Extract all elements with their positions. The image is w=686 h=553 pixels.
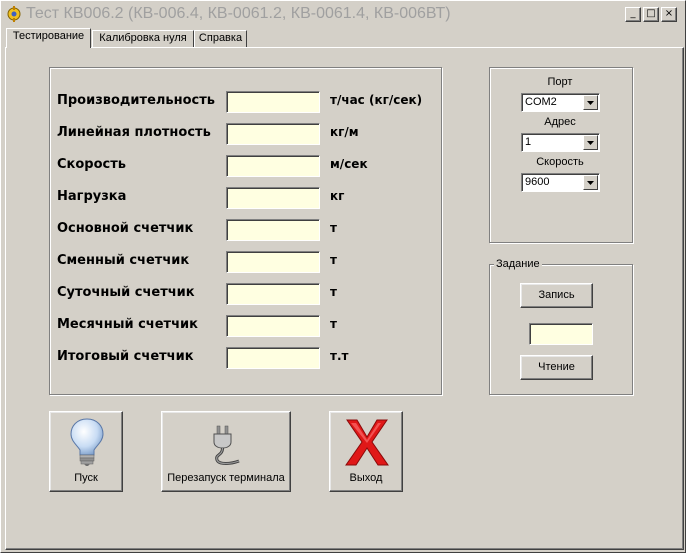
read-button[interactable]: Чтение [520,355,593,380]
monthly-counter-field[interactable] [226,315,320,337]
linear-density-field[interactable] [226,123,320,145]
plug-icon [213,425,240,465]
restart-terminal-label: Перезапуск терминала [167,472,285,484]
port-dropdown-button[interactable] [583,95,598,110]
chevron-down-icon [587,141,594,145]
app-icon [7,6,21,22]
red-x-icon [345,419,389,466]
reading-label: Сменный счетчик [57,253,190,268]
tab-help[interactable]: Справка [194,30,247,47]
speed-value: 9600 [525,176,550,188]
address-label: Адрес [544,116,576,128]
speed-field[interactable] [226,155,320,177]
exit-button[interactable]: Выход [329,411,403,492]
app-window: Тест КВ006.2 (КВ-006.4, КВ-0061.2, КВ-00… [0,0,686,553]
reading-unit: т [330,221,337,235]
maximize-button[interactable]: □ [643,7,659,22]
reading-label: Нагрузка [57,189,127,204]
load-field[interactable] [226,187,320,209]
reading-unit: т [330,253,337,267]
speed-label: Скорость [536,156,584,168]
port-label: Порт [547,76,573,88]
tab-panel: Производительность т/час (кг/сек) Линейн… [5,47,684,550]
tab-zero-calibration[interactable]: Калибровка нуля [92,30,194,47]
task-legend: Задание [494,258,542,270]
reading-unit: т [330,285,337,299]
title-bar: Тест КВ006.2 (КВ-006.4, КВ-0061.2, КВ-00… [3,3,683,25]
lightbulb-icon [70,418,104,466]
speed-dropdown-button[interactable] [583,175,598,190]
reading-unit: т/час (кг/сек) [330,93,423,107]
reading-unit: т.т [330,349,349,363]
connection-group: Порт COM2 Адрес 1 Скорость 9600 [489,67,633,243]
restart-terminal-button[interactable]: Перезапуск терминала [161,411,291,492]
productivity-field[interactable] [226,91,320,113]
total-counter-field[interactable] [226,347,320,369]
tab-testing[interactable]: Тестирование [6,28,91,48]
reading-unit: кг [330,189,345,203]
shift-counter-field[interactable] [226,251,320,273]
reading-label: Суточный счетчик [57,285,195,300]
readings-group: Производительность т/час (кг/сек) Линейн… [49,67,442,395]
reading-label: Основной счетчик [57,221,194,236]
reading-unit: м/сек [330,157,368,171]
address-dropdown-button[interactable] [583,135,598,150]
close-button[interactable]: × [661,7,677,22]
address-value: 1 [525,136,532,148]
daily-counter-field[interactable] [226,283,320,305]
reading-label: Скорость [57,157,126,172]
window-title: Тест КВ006.2 (КВ-006.4, КВ-0061.2, КВ-00… [26,5,451,22]
minimize-button[interactable]: _ [625,7,641,22]
start-button[interactable]: Пуск [49,411,123,492]
reading-unit: кг/м [330,125,359,139]
start-button-label: Пуск [74,472,98,484]
reading-unit: т [330,317,337,331]
port-select[interactable]: COM2 [521,93,600,112]
chevron-down-icon [587,181,594,185]
address-select[interactable]: 1 [521,133,600,152]
exit-button-label: Выход [349,472,383,484]
write-button[interactable]: Запись [520,283,593,308]
chevron-down-icon [587,101,594,105]
speed-select[interactable]: 9600 [521,173,600,192]
main-counter-field[interactable] [226,219,320,241]
port-value: COM2 [525,96,557,108]
reading-label: Итоговый счетчик [57,349,194,364]
task-value-field[interactable] [529,323,593,345]
reading-label: Линейная плотность [57,125,211,140]
reading-label: Месячный счетчик [57,317,198,332]
task-group: Задание Запись Чтение [489,258,633,395]
reading-label: Производительность [57,93,216,108]
